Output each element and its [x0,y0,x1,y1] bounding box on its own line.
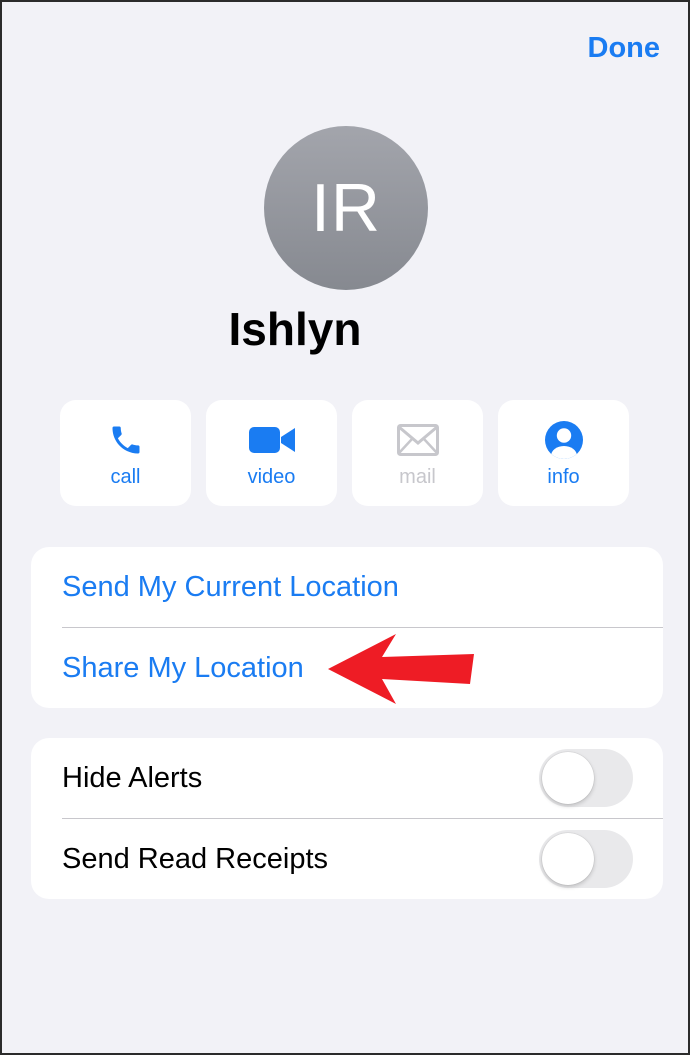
avatar: IR [264,126,428,290]
done-button[interactable]: Done [588,32,661,65]
contact-details-screen: Done IR Ishlyn call video mail info Send… [0,0,690,1055]
contact-name: Ishlyn [228,303,362,355]
send-current-location-button[interactable]: Send My Current Location [31,547,663,627]
hide-alerts-row: Hide Alerts [31,738,663,818]
hide-alerts-toggle[interactable] [539,749,633,807]
envelope-icon [396,422,439,458]
video-label: video [247,466,296,488]
toggle-knob [542,752,594,804]
video-button[interactable]: video [206,400,337,506]
info-label: info [547,466,580,488]
mail-label: mail [399,466,436,488]
person-circle-icon [544,421,583,459]
call-label: call [110,466,141,488]
send-read-receipts-row: Send Read Receipts [31,819,663,899]
hide-alerts-label: Hide Alerts [62,761,203,794]
call-button[interactable]: call [60,400,191,506]
send-read-receipts-label: Send Read Receipts [62,842,328,875]
annotation-arrow-icon [328,634,474,704]
toggle-knob [542,833,594,885]
settings-group: Hide Alerts Send Read Receipts [31,738,663,899]
info-button[interactable]: info [498,400,629,506]
video-camera-icon [248,422,295,458]
phone-icon [108,422,144,458]
avatar-initials: IR [311,170,381,246]
mail-button[interactable]: mail [352,400,483,506]
send-read-receipts-toggle[interactable] [539,830,633,888]
action-buttons: call video mail info [60,400,629,506]
